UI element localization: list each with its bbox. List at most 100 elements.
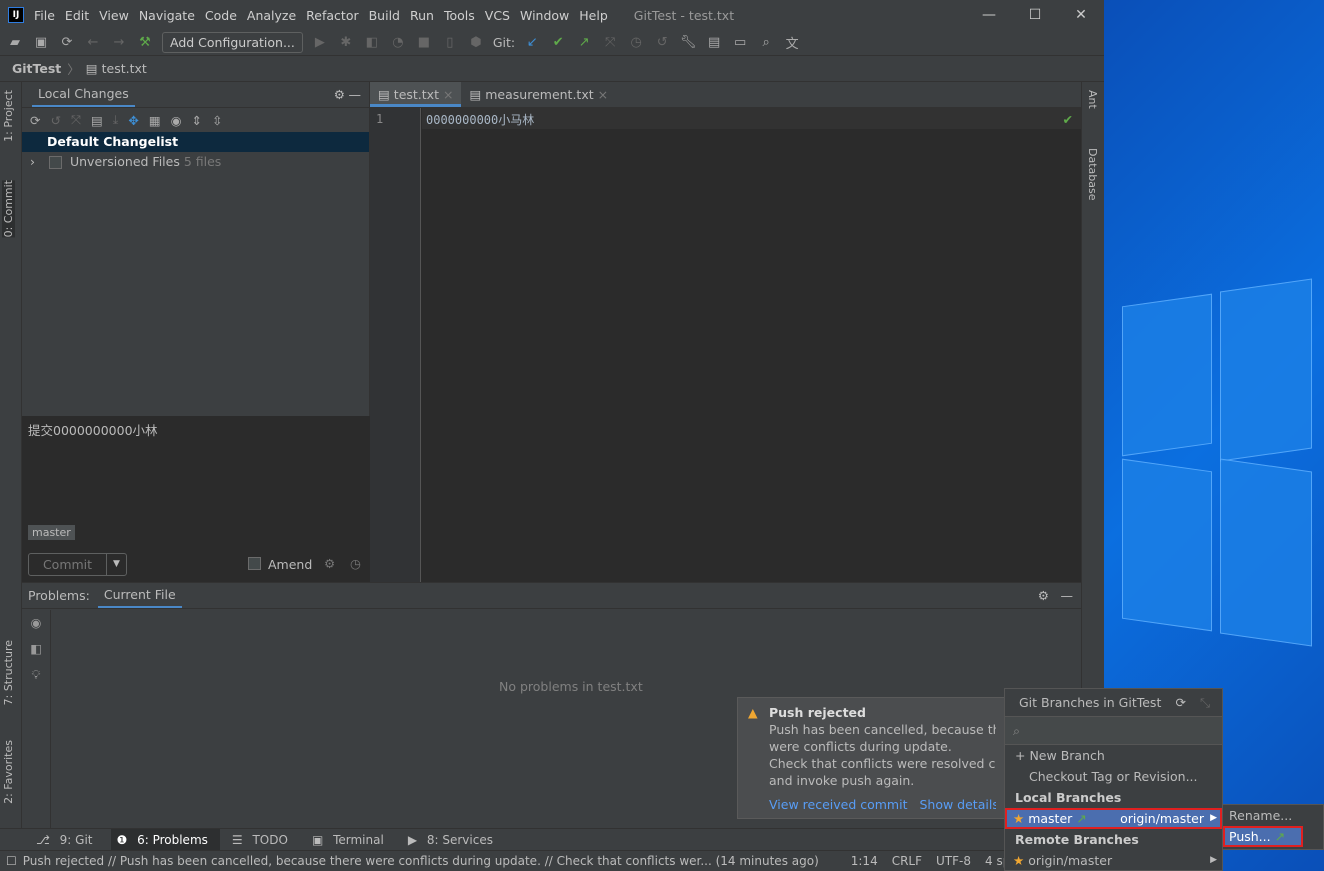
run-icon[interactable]: ▶ <box>311 35 329 50</box>
menu-run[interactable]: Run <box>410 8 434 23</box>
remote-branch-origin-master[interactable]: ★ origin/master ▶ <box>1005 850 1222 871</box>
tool-todo[interactable]: ☰ TODO <box>226 829 300 851</box>
commit-button[interactable]: Commit <box>29 554 106 575</box>
tool-project[interactable]: 1: Project <box>2 90 15 142</box>
menu-edit[interactable]: Edit <box>65 8 89 23</box>
add-configuration-button[interactable]: Add Configuration... <box>162 32 303 53</box>
maximize-button[interactable]: ☐ <box>1012 0 1058 30</box>
tool-database[interactable]: Database <box>1086 148 1099 201</box>
close-tab-icon[interactable]: × <box>443 87 453 102</box>
chevron-right-icon[interactable]: › <box>30 154 35 169</box>
show-details-link[interactable]: Show details in <box>919 797 996 812</box>
amend-checkbox[interactable] <box>248 557 261 570</box>
lightbulb-icon[interactable]: 💡︎ <box>22 662 50 688</box>
unversioned-files-row[interactable]: › Unversioned Files 5 files <box>22 152 369 172</box>
rollback-icon[interactable]: ↺ <box>653 35 671 50</box>
menu-window[interactable]: Window <box>520 8 569 23</box>
tool-terminal[interactable]: ▣ Terminal <box>306 829 396 851</box>
device-icon[interactable]: ▯ <box>441 35 459 50</box>
refresh-icon[interactable]: ⟳ <box>30 113 40 128</box>
status-message[interactable]: Push rejected // Push has been cancelled… <box>23 854 819 868</box>
collapse-icon[interactable]: ⤡ <box>1200 689 1210 717</box>
build-hammer-icon[interactable]: ⚒ <box>136 35 154 50</box>
move-icon[interactable]: ⤧ <box>71 112 81 128</box>
tool-favorites[interactable]: 2: Favorites <box>2 740 15 804</box>
tool-commit[interactable]: 0: Commit <box>2 180 15 238</box>
menu-build[interactable]: Build <box>369 8 400 23</box>
profile-icon[interactable]: ◔ <box>389 35 407 50</box>
diff-icon[interactable]: ▤ <box>91 113 103 128</box>
tool-structure[interactable]: 7: Structure <box>2 640 15 705</box>
eye-icon[interactable]: ◉ <box>171 113 182 128</box>
breadcrumb-file[interactable]: test.txt <box>102 61 147 76</box>
branch-search-input[interactable]: ⌕ <box>1005 717 1222 745</box>
translate-icon[interactable]: 文 <box>783 33 801 52</box>
tab-current-file[interactable]: Current File <box>97 584 182 608</box>
close-button[interactable]: ✕ <box>1058 0 1104 30</box>
git-push-icon[interactable]: ↗ <box>575 35 593 50</box>
menu-help[interactable]: Help <box>579 8 608 23</box>
tab-test-txt[interactable]: ▤ test.txt × <box>370 82 462 107</box>
hide-icon[interactable]: — <box>1061 588 1074 603</box>
open-folder-icon[interactable]: ▰ <box>6 35 24 50</box>
save-icon[interactable]: ▣ <box>32 35 50 50</box>
view-received-commit-link[interactable]: View received commit <box>769 797 907 812</box>
tool-problems[interactable]: ❶ 6: Problems <box>110 828 220 851</box>
project-structure-icon[interactable]: ▤ <box>705 35 723 50</box>
forward-icon[interactable]: → <box>110 35 128 50</box>
menu-analyze[interactable]: Analyze <box>247 8 296 23</box>
tab-measurement-txt[interactable]: ▤ measurement.txt × <box>461 82 616 107</box>
tool-services[interactable]: ▶ 8: Services <box>402 829 505 851</box>
gear-icon[interactable]: ⚙ <box>334 87 345 102</box>
terminal-window-icon[interactable]: ▭ <box>731 35 749 50</box>
collapse-all-icon[interactable]: ⇳ <box>212 113 222 128</box>
tool-git[interactable]: ⎇ 9: Git <box>30 829 105 851</box>
hide-icon[interactable]: — <box>349 87 362 102</box>
line-separator[interactable]: CRLF <box>892 854 922 868</box>
menu-navigate[interactable]: Navigate <box>139 8 195 23</box>
refresh-icon[interactable]: ⟳ <box>1176 689 1186 717</box>
minimize-button[interactable]: — <box>966 0 1012 30</box>
update-icon[interactable]: ✥ <box>128 113 138 128</box>
stop-icon[interactable]: ■ <box>415 35 433 50</box>
new-branch-item[interactable]: + New Branch <box>1005 745 1222 766</box>
current-line[interactable]: 0000000000小马林 <box>422 108 1081 129</box>
shelve-icon[interactable]: ⤓ <box>113 112 119 128</box>
history-icon[interactable]: ◷ <box>627 35 645 50</box>
coverage-icon[interactable]: ◧ <box>363 35 381 50</box>
local-branch-master[interactable]: ★ master ↗ origin/master ▶ <box>1005 808 1222 829</box>
git-merge-icon[interactable]: ⤧ <box>601 35 619 50</box>
search-icon[interactable]: ⌕ <box>757 35 775 50</box>
git-commit-icon[interactable]: ✔ <box>549 35 567 50</box>
caret-position[interactable]: 1:14 <box>851 854 878 868</box>
preview-icon[interactable]: ◧ <box>22 636 50 662</box>
default-changelist[interactable]: Default Changelist <box>22 132 369 152</box>
eye-icon[interactable]: ◉ <box>22 610 50 636</box>
encoding[interactable]: UTF-8 <box>936 854 971 868</box>
menu-file[interactable]: File <box>34 8 55 23</box>
menu-code[interactable]: Code <box>205 8 237 23</box>
sdk-icon[interactable]: ⬢ <box>467 35 485 50</box>
tab-local-changes[interactable]: Local Changes <box>32 83 135 107</box>
group-icon[interactable]: ▦ <box>149 113 161 128</box>
debug-icon[interactable]: ✱ <box>337 35 355 50</box>
settings-wrench-icon[interactable]: 🔧︎ <box>679 35 697 50</box>
checkout-tag-item[interactable]: Checkout Tag or Revision... <box>1005 766 1222 787</box>
menu-vcs[interactable]: VCS <box>485 8 510 23</box>
rollback-icon[interactable]: ↺ <box>50 113 60 128</box>
close-tab-icon[interactable]: × <box>598 87 608 102</box>
tool-ant[interactable]: Ant <box>1086 90 1099 109</box>
push-item[interactable]: Push... ↗ <box>1223 826 1303 847</box>
commit-history-clock-icon[interactable]: ◷ <box>350 556 361 571</box>
commit-options-gear-icon[interactable]: ⚙ <box>324 556 335 571</box>
breadcrumb-project[interactable]: GitTest <box>12 61 61 76</box>
unversioned-checkbox[interactable] <box>48 156 62 169</box>
menu-view[interactable]: View <box>99 8 129 23</box>
commit-dropdown-icon[interactable]: ▼ <box>106 554 126 575</box>
back-icon[interactable]: ← <box>84 35 102 50</box>
menu-refactor[interactable]: Refactor <box>306 8 358 23</box>
menu-tools[interactable]: Tools <box>444 8 475 23</box>
status-toggle-icon[interactable]: ☐ <box>6 854 17 868</box>
rename-item[interactable]: Rename... <box>1223 805 1323 826</box>
sync-icon[interactable]: ⟳ <box>58 35 76 50</box>
